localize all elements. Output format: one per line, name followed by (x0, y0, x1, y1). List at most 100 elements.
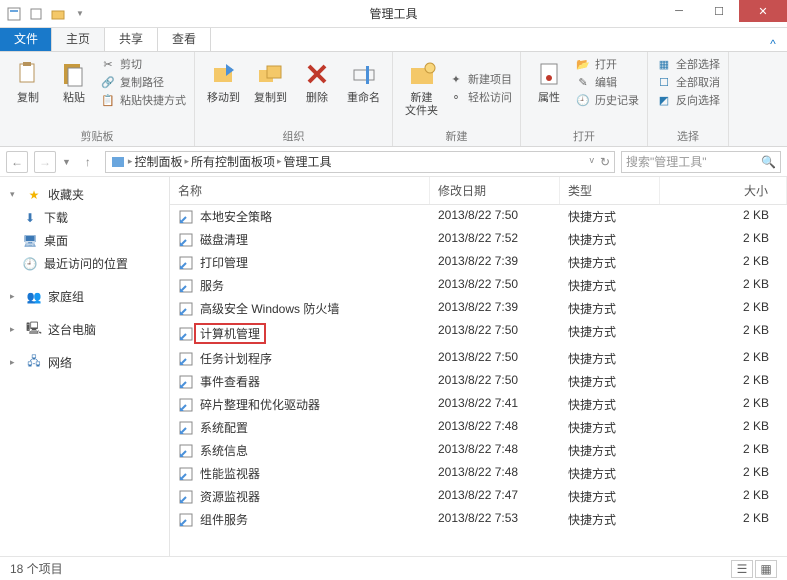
file-name: 组件服务 (200, 511, 248, 528)
file-row[interactable]: 组件服务2013/8/22 7:53快捷方式2 KB (170, 508, 787, 531)
nav-downloads[interactable]: ⬇下载 (4, 206, 165, 229)
properties-button[interactable]: 属性 (529, 56, 569, 108)
file-row[interactable]: 本地安全策略2013/8/22 7:50快捷方式2 KB (170, 205, 787, 228)
ribbon-tabs: 文件 主页 共享 查看 ^ (0, 28, 787, 52)
close-button[interactable]: ✕ (739, 0, 787, 22)
paste-button[interactable]: 粘贴 (54, 56, 94, 108)
nav-thispc[interactable]: ▸🖳这台电脑 (4, 318, 165, 341)
select-none-button[interactable]: ☐全部取消 (656, 74, 720, 90)
nav-recent[interactable]: 🕘最近访问的位置 (4, 252, 165, 275)
breadcrumb-seg-0[interactable]: 控制面板 (134, 153, 182, 170)
search-input[interactable]: 搜索"管理工具" 🔍 (621, 151, 781, 173)
rename-button[interactable]: 重命名 (343, 56, 384, 107)
nav-forward-button[interactable]: → (34, 151, 56, 173)
breadcrumb-seg-1[interactable]: 所有控制面板项 (191, 153, 275, 170)
tab-home[interactable]: 主页 (51, 25, 105, 51)
open-button[interactable]: 📂打开 (575, 56, 639, 72)
select-all-button[interactable]: ▦全部选择 (656, 56, 720, 72)
new-item-button[interactable]: ✦新建项目 (448, 71, 512, 87)
col-date[interactable]: 修改日期 (430, 177, 560, 204)
file-row[interactable]: 服务2013/8/22 7:50快捷方式2 KB (170, 274, 787, 297)
edit-button[interactable]: ✎编辑 (575, 74, 639, 90)
properties-icon (533, 58, 565, 90)
star-icon: ★ (26, 187, 42, 203)
file-row[interactable]: 资源监视器2013/8/22 7:47快捷方式2 KB (170, 485, 787, 508)
file-row[interactable]: 磁盘清理2013/8/22 7:52快捷方式2 KB (170, 228, 787, 251)
address-dropdown-icon[interactable]: v (589, 155, 594, 169)
shortcut-icon (178, 209, 194, 225)
chevron-right-icon[interactable]: ▸ (10, 357, 20, 368)
chevron-right-icon[interactable]: ▸ (10, 291, 20, 302)
file-type: 快捷方式 (560, 463, 660, 484)
shortcut-icon (178, 278, 194, 294)
chevron-right-icon[interactable]: ▸ (277, 156, 282, 167)
file-row[interactable]: 系统信息2013/8/22 7:48快捷方式2 KB (170, 439, 787, 462)
new-folder-icon (406, 58, 438, 90)
file-date: 2013/8/22 7:39 (430, 252, 560, 273)
tab-view[interactable]: 查看 (157, 25, 211, 51)
view-details-button[interactable]: ☰ (731, 560, 753, 578)
nav-network[interactable]: ▸🖧网络 (4, 351, 165, 374)
view-icons-button[interactable]: ▦ (755, 560, 777, 578)
easy-access-button[interactable]: ⚬轻松访问 (448, 89, 512, 105)
file-row[interactable]: 系统配置2013/8/22 7:48快捷方式2 KB (170, 416, 787, 439)
nav-up-button[interactable]: ↑ (77, 151, 99, 173)
copy-button[interactable]: 复制 (8, 56, 48, 108)
file-row[interactable]: 性能监视器2013/8/22 7:48快捷方式2 KB (170, 462, 787, 485)
file-type: 快捷方式 (560, 229, 660, 250)
nav-back-button[interactable]: ← (6, 151, 28, 173)
file-size: 2 KB (660, 371, 787, 392)
copy-path-button[interactable]: 🔗复制路径 (100, 74, 186, 90)
invert-selection-button[interactable]: ◩反向选择 (656, 92, 720, 108)
file-size: 2 KB (660, 275, 787, 296)
col-size[interactable]: 大小 (660, 177, 787, 204)
chevron-right-icon[interactable]: ▸ (184, 156, 189, 167)
breadcrumb-root-icon (110, 154, 126, 170)
file-row[interactable]: 碎片整理和优化驱动器2013/8/22 7:41快捷方式2 KB (170, 393, 787, 416)
ribbon-group-open: 属性 📂打开 ✎编辑 🕘历史记录 打开 (521, 52, 648, 146)
file-row[interactable]: 任务计划程序2013/8/22 7:50快捷方式2 KB (170, 347, 787, 370)
breadcrumb-seg-2[interactable]: 管理工具 (284, 153, 332, 170)
nav-favorites[interactable]: ▾★收藏夹 (4, 183, 165, 206)
nav-recent-dropdown[interactable]: ▼ (62, 157, 71, 167)
file-date: 2013/8/22 7:41 (430, 394, 560, 415)
file-name: 碎片整理和优化驱动器 (200, 396, 320, 413)
file-row[interactable]: 事件查看器2013/8/22 7:50快捷方式2 KB (170, 370, 787, 393)
col-name[interactable]: 名称 (170, 177, 430, 204)
breadcrumb[interactable]: ▸ 控制面板 ▸ 所有控制面板项 ▸ 管理工具 v ↻ (105, 151, 615, 173)
nav-desktop[interactable]: 🖥桌面 (4, 229, 165, 252)
file-size: 2 KB (660, 321, 787, 346)
minimize-button[interactable]: ─ (659, 0, 699, 22)
delete-button[interactable]: 删除 (297, 56, 337, 107)
delete-icon (301, 58, 333, 90)
chevron-right-icon[interactable]: ▸ (128, 156, 133, 167)
cut-button[interactable]: ✂剪切 (100, 56, 186, 72)
history-button[interactable]: 🕘历史记录 (575, 92, 639, 108)
file-row[interactable]: 高级安全 Windows 防火墙2013/8/22 7:39快捷方式2 KB (170, 297, 787, 320)
ribbon-help-icon[interactable]: ^ (765, 37, 787, 51)
new-folder-button[interactable]: 新建 文件夹 (401, 56, 442, 120)
chevron-right-icon[interactable]: ▸ (10, 324, 20, 335)
edit-icon: ✎ (575, 74, 591, 90)
file-size: 2 KB (660, 509, 787, 530)
shortcut-icon (178, 397, 194, 413)
nav-homegroup[interactable]: ▸👥家庭组 (4, 285, 165, 308)
shortcut-icon (178, 489, 194, 505)
shortcut-icon (178, 443, 194, 459)
refresh-icon[interactable]: ↻ (600, 155, 610, 169)
move-to-button[interactable]: 移动到 (203, 56, 244, 107)
paste-shortcut-button[interactable]: 📋粘贴快捷方式 (100, 92, 186, 108)
file-type: 快捷方式 (560, 275, 660, 296)
file-date: 2013/8/22 7:39 (430, 298, 560, 319)
file-row[interactable]: 计算机管理2013/8/22 7:50快捷方式2 KB (170, 320, 787, 347)
tab-share[interactable]: 共享 (104, 25, 158, 51)
chevron-down-icon[interactable]: ▾ (10, 189, 20, 200)
file-name: 计算机管理 (194, 323, 266, 344)
file-type: 快捷方式 (560, 440, 660, 461)
tab-file[interactable]: 文件 (0, 26, 52, 51)
file-row[interactable]: 打印管理2013/8/22 7:39快捷方式2 KB (170, 251, 787, 274)
copy-to-button[interactable]: 复制到 (250, 56, 291, 107)
maximize-button[interactable]: ☐ (699, 0, 739, 22)
file-name: 性能监视器 (200, 465, 260, 482)
col-type[interactable]: 类型 (560, 177, 660, 204)
